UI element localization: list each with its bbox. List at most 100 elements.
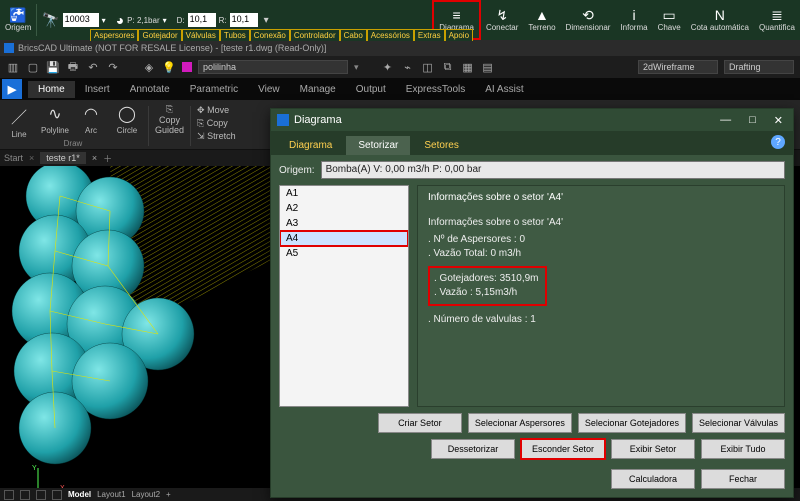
terreno-tool[interactable]: ▲Terreno (523, 0, 560, 40)
d-input[interactable]: 10,1 (188, 13, 216, 27)
copy-cmd[interactable]: ⎘ Copy (197, 117, 228, 130)
arc-tool[interactable]: ◠Arc (76, 104, 106, 139)
tool-f-icon[interactable]: ▤ (481, 60, 495, 74)
layout2-tab[interactable]: Layout2 (132, 490, 160, 499)
save-icon[interactable]: 💾 (46, 60, 60, 74)
circle-tool[interactable]: ◯Circle (112, 104, 142, 139)
sector-item-a5[interactable]: A5 (280, 246, 408, 261)
layer-icon[interactable]: ◈ (142, 60, 156, 74)
informa-tool[interactable]: iInforma (615, 0, 652, 40)
ribbon-tab-view[interactable]: View (248, 81, 290, 98)
start-tab[interactable]: Start (4, 153, 23, 163)
sector-item-a4[interactable]: A4 (280, 231, 408, 246)
ribbon-tab-home[interactable]: Home (28, 81, 75, 98)
subtab-apoio[interactable]: Apoio (445, 29, 473, 41)
tool-e-icon[interactable]: ▦ (461, 60, 475, 74)
dialog-titlebar[interactable]: Diagrama — □ ✕ (271, 109, 793, 131)
ribbon-tab-output[interactable]: Output (346, 81, 396, 98)
tool-a-icon[interactable]: ✦ (381, 60, 395, 74)
binocular-value[interactable]: 10003 (63, 13, 99, 27)
move-cmd[interactable]: ✥ Move (197, 104, 229, 117)
fechar-button[interactable]: Fechar (701, 469, 785, 489)
calculadora-button[interactable]: Calculadora (611, 469, 695, 489)
ribbon-tab-manage[interactable]: Manage (290, 81, 346, 98)
dimensionar-tool[interactable]: ⟲Dimensionar (561, 0, 616, 40)
dialog-tab-setores[interactable]: Setores (412, 136, 470, 155)
exibir-tudo-button[interactable]: Exibir Tudo (701, 439, 785, 459)
layout1-tab[interactable]: Layout1 (97, 490, 125, 499)
chave-tool[interactable]: ▭Chave (653, 0, 686, 40)
subtab-controlador[interactable]: Controlador (290, 29, 340, 41)
chevron-down-icon[interactable]: ▾ (354, 62, 359, 73)
sector-item-a2[interactable]: A2 (280, 201, 408, 216)
arc-icon: ◠ (84, 104, 98, 124)
subtab-cabo[interactable]: Cabo (340, 29, 367, 41)
sb-icon[interactable] (36, 490, 46, 500)
sb-icon[interactable] (20, 490, 30, 500)
maximize-button[interactable]: □ (745, 114, 760, 127)
cota automática-tool[interactable]: NCota automática (686, 0, 754, 40)
ribbon-tab-ai assist[interactable]: AI Assist (475, 81, 533, 98)
polyline-tool[interactable]: ∿Polyline (40, 104, 70, 139)
chevron-down-icon[interactable]: ▾ (102, 16, 106, 25)
origem-tool[interactable]: 🚰 Origem (0, 0, 36, 40)
sector-item-a3[interactable]: A3 (280, 216, 408, 231)
workspace-combo[interactable]: Drafting (724, 60, 794, 74)
dialog-tab-setorizar[interactable]: Setorizar (346, 136, 410, 155)
selecionar-aspersores-button[interactable]: Selecionar Aspersores (468, 413, 572, 433)
ribbon-tab-annotate[interactable]: Annotate (120, 81, 180, 98)
layer-combo[interactable]: polilinha (198, 60, 348, 74)
subtab-gotejador[interactable]: Gotejador (138, 29, 181, 41)
quantifica-tool[interactable]: ≣Quantifica (754, 0, 800, 40)
open-icon[interactable]: ▢ (26, 60, 40, 74)
line-tool[interactable]: ／Line (4, 104, 34, 139)
tool-b-icon[interactable]: ⌁ (401, 60, 415, 74)
stretch-cmd[interactable]: ⇲ Stretch (197, 130, 236, 143)
add-tab-icon[interactable]: ＋ (103, 152, 112, 165)
tool-d-icon[interactable]: ⧉ (441, 60, 455, 74)
subtab-extras[interactable]: Extras (414, 29, 445, 41)
r-input[interactable]: 10,1 (230, 13, 258, 27)
new-icon[interactable]: ▥ (6, 60, 20, 74)
esconder-setor-button[interactable]: Esconder Setor (521, 439, 605, 459)
app-logo[interactable]: ▶ (2, 79, 22, 99)
sector-listbox[interactable]: A1A2A3A4A5 (279, 185, 409, 407)
selecionar-válvulas-button[interactable]: Selecionar Válvulas (692, 413, 785, 433)
criar-setor-button[interactable]: Criar Setor (378, 413, 462, 433)
model-tab[interactable]: Model (68, 490, 91, 499)
layer-color-swatch[interactable] (182, 62, 192, 72)
exibir-setor-button[interactable]: Exibir Setor (611, 439, 695, 459)
close-button[interactable]: ✕ (770, 114, 787, 127)
close-start-icon[interactable]: × (29, 153, 34, 163)
ribbon-tab-insert[interactable]: Insert (75, 81, 120, 98)
tool-c-icon[interactable]: ◫ (421, 60, 435, 74)
origem-combo[interactable]: Bomba(A) V: 0,00 m3/h P: 0,00 bar (321, 161, 785, 179)
selecionar-gotejadores-button[interactable]: Selecionar Gotejadores (578, 413, 686, 433)
minimize-button[interactable]: — (716, 114, 735, 127)
chevron-down-icon[interactable]: ▾ (163, 16, 167, 25)
dessetorizar-button[interactable]: Dessetorizar (431, 439, 515, 459)
visualstyle-combo[interactable]: 2dWireframe (638, 60, 718, 74)
sb-icon[interactable] (4, 490, 14, 500)
copyguided-group[interactable]: ⎘ Copy Guided (151, 104, 188, 145)
close-file-icon[interactable]: × (92, 153, 97, 163)
ribbon-tab-parametric[interactable]: Parametric (180, 81, 248, 98)
dropdown-icon[interactable]: ▾ (264, 15, 269, 26)
dialog-tab-diagrama[interactable]: Diagrama (277, 136, 344, 155)
help-button[interactable]: ? (771, 135, 785, 149)
undo-icon[interactable]: ↶ (86, 60, 100, 74)
print-icon[interactable]: 🖶 (66, 60, 80, 74)
redo-icon[interactable]: ↷ (106, 60, 120, 74)
conectar-tool[interactable]: ↯Conectar (481, 0, 523, 40)
subtab-tubos[interactable]: Tubos (220, 29, 250, 41)
add-layout-icon[interactable]: + (166, 490, 171, 499)
ribbon-tab-expresstools[interactable]: ExpressTools (396, 81, 475, 98)
sb-icon[interactable] (52, 490, 62, 500)
subtab-aspersores[interactable]: Aspersores (90, 29, 138, 41)
subtab-conexão[interactable]: Conexão (250, 29, 290, 41)
file-tab[interactable]: teste r1* (40, 152, 86, 164)
subtab-válvulas[interactable]: Válvulas (182, 29, 220, 41)
bulb-icon[interactable]: 💡 (162, 60, 176, 74)
subtab-acessórios[interactable]: Acessórios (367, 29, 414, 41)
sector-item-a1[interactable]: A1 (280, 186, 408, 201)
